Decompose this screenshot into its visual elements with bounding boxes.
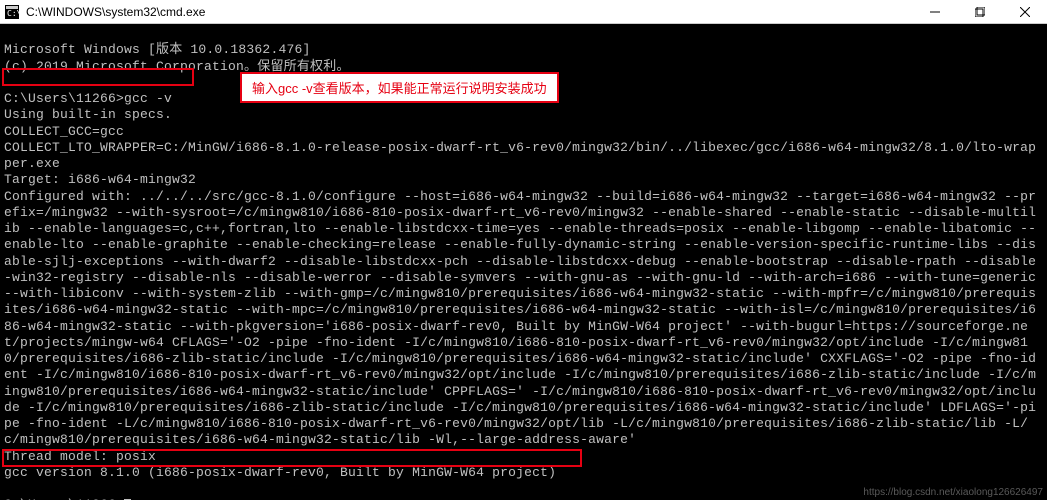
output-line: COLLECT_GCC=gcc	[4, 124, 124, 139]
svg-text:C:\: C:\	[7, 9, 19, 18]
output-line: Target: i686-w64-mingw32	[4, 172, 196, 187]
close-button[interactable]	[1002, 0, 1047, 24]
prompt-gcc-v: C:\Users\11266>gcc -v	[4, 91, 172, 106]
output-line: Using built-in specs.	[4, 107, 172, 122]
annotation-callout: 输入gcc -v查看版本，如果能正常运行说明安装成功	[240, 72, 559, 103]
maximize-button[interactable]	[957, 0, 1002, 24]
output-line: COLLECT_LTO_WRAPPER=C:/MinGW/i686-8.1.0-…	[4, 140, 1036, 171]
output-gcc-version: gcc version 8.1.0 (i686-posix-dwarf-rev0…	[4, 465, 556, 480]
window-titlebar: C:\ C:\WINDOWS\system32\cmd.exe	[0, 0, 1047, 24]
os-header-line: Microsoft Windows [版本 10.0.18362.476]	[4, 42, 310, 57]
output-thread-model: Thread model: posix	[4, 449, 156, 464]
output-configured-with: Configured with: ../../../src/gcc-8.1.0/…	[4, 189, 1044, 448]
minimize-button[interactable]	[912, 0, 957, 24]
watermark-text: https://blog.csdn.net/xiaolong126626497	[863, 487, 1043, 498]
window-title: C:\WINDOWS\system32\cmd.exe	[26, 5, 912, 19]
window-controls	[912, 0, 1047, 23]
cmd-icon: C:\	[4, 4, 20, 20]
